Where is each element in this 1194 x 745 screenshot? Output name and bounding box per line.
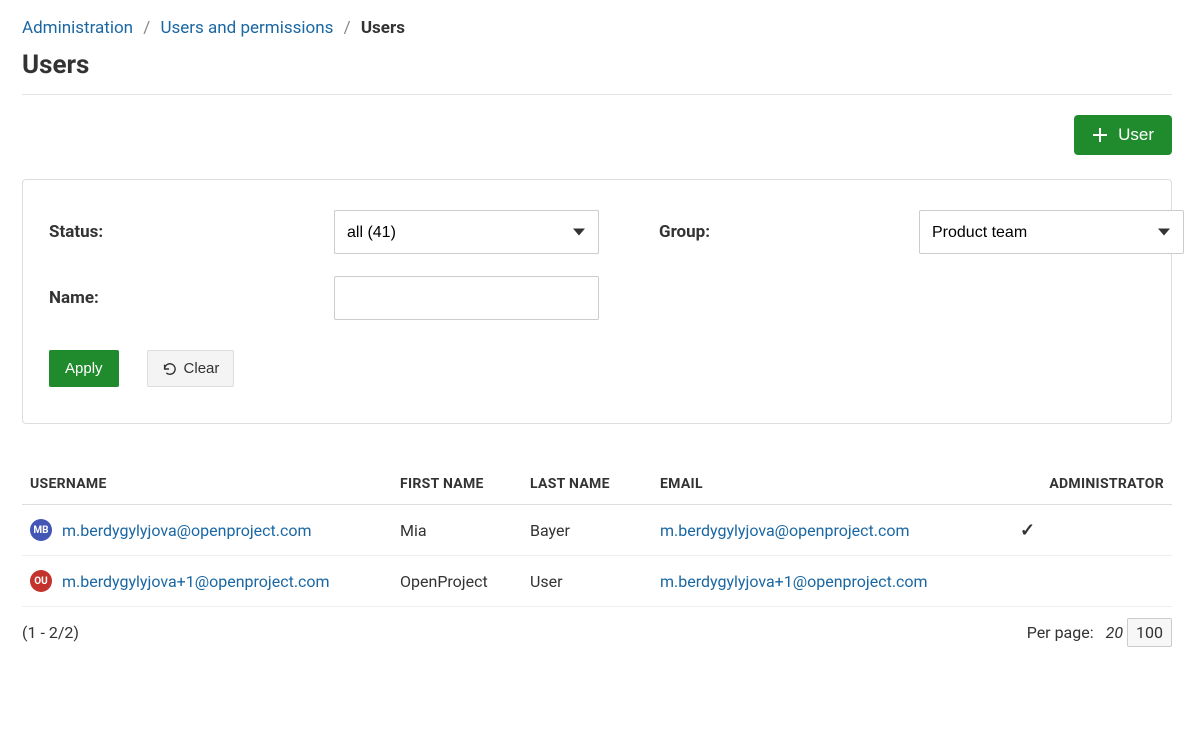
status-select-wrap: all (41) [334, 210, 599, 254]
avatar: MB [30, 519, 52, 541]
clear-button-label: Clear [184, 360, 220, 377]
group-label: Group: [619, 222, 899, 242]
per-page-option[interactable]: 100 [1127, 618, 1172, 647]
apply-button[interactable]: Apply [49, 350, 119, 387]
email-link[interactable]: m.berdygylyjova@openproject.com [660, 521, 910, 540]
status-select[interactable]: all (41) [334, 210, 599, 254]
name-label: Name: [49, 288, 314, 308]
breadcrumb: Administration / Users and permissions /… [22, 18, 1172, 38]
col-username[interactable]: Username [22, 464, 392, 505]
page-title: Users [22, 50, 1172, 80]
col-first-name[interactable]: First name [392, 464, 522, 505]
breadcrumb-current: Users [361, 18, 405, 38]
plus-icon [1092, 127, 1108, 143]
add-user-button-label: User [1118, 125, 1154, 145]
first-name-cell: Mia [392, 505, 522, 556]
clear-button[interactable]: Clear [147, 350, 235, 387]
table-row: OU m.berdygylyjova+1@openproject.com OpenP… [22, 556, 1172, 607]
check-icon: ✓ [1020, 520, 1035, 541]
col-administrator[interactable]: Administrator [1012, 464, 1172, 505]
group-select-wrap: Product team [919, 210, 1184, 254]
per-page-option[interactable]: 20 [1106, 623, 1123, 642]
breadcrumb-separator: / [143, 18, 150, 38]
email-link[interactable]: m.berdygylyjova+1@openproject.com [660, 572, 928, 591]
name-input[interactable] [334, 276, 599, 320]
col-email[interactable]: Email [652, 464, 1012, 505]
pagination-bar: (1 - 2/2) Per page: 20 100 [22, 623, 1172, 642]
table-row: MB m.berdygylyjova@openproject.com MiaBaye… [22, 505, 1172, 556]
pagination-range: (1 - 2/2) [22, 623, 79, 642]
per-page-label: Per page: [1027, 623, 1094, 642]
per-page: Per page: 20 100 [1027, 623, 1172, 642]
toolbar: User [22, 115, 1172, 155]
status-label: Status: [49, 222, 314, 242]
undo-icon [162, 362, 176, 376]
divider [22, 94, 1172, 95]
breadcrumb-separator: / [344, 18, 351, 38]
avatar: OU [30, 570, 52, 592]
col-last-name[interactable]: Last name [522, 464, 652, 505]
users-table: Username First name Last name Email Admi… [22, 464, 1172, 607]
add-user-button[interactable]: User [1074, 115, 1172, 155]
filter-panel: Status: all (41) Group: Product team Nam… [22, 179, 1172, 424]
last-name-cell: User [522, 556, 652, 607]
group-select[interactable]: Product team [919, 210, 1184, 254]
username-link[interactable]: m.berdygylyjova@openproject.com [62, 521, 312, 540]
last-name-cell: Bayer [522, 505, 652, 556]
username-link[interactable]: m.berdygylyjova+1@openproject.com [62, 572, 330, 591]
breadcrumb-link-users-permissions[interactable]: Users and permissions [160, 18, 333, 38]
breadcrumb-link-administration[interactable]: Administration [22, 18, 133, 38]
first-name-cell: OpenProject [392, 556, 522, 607]
